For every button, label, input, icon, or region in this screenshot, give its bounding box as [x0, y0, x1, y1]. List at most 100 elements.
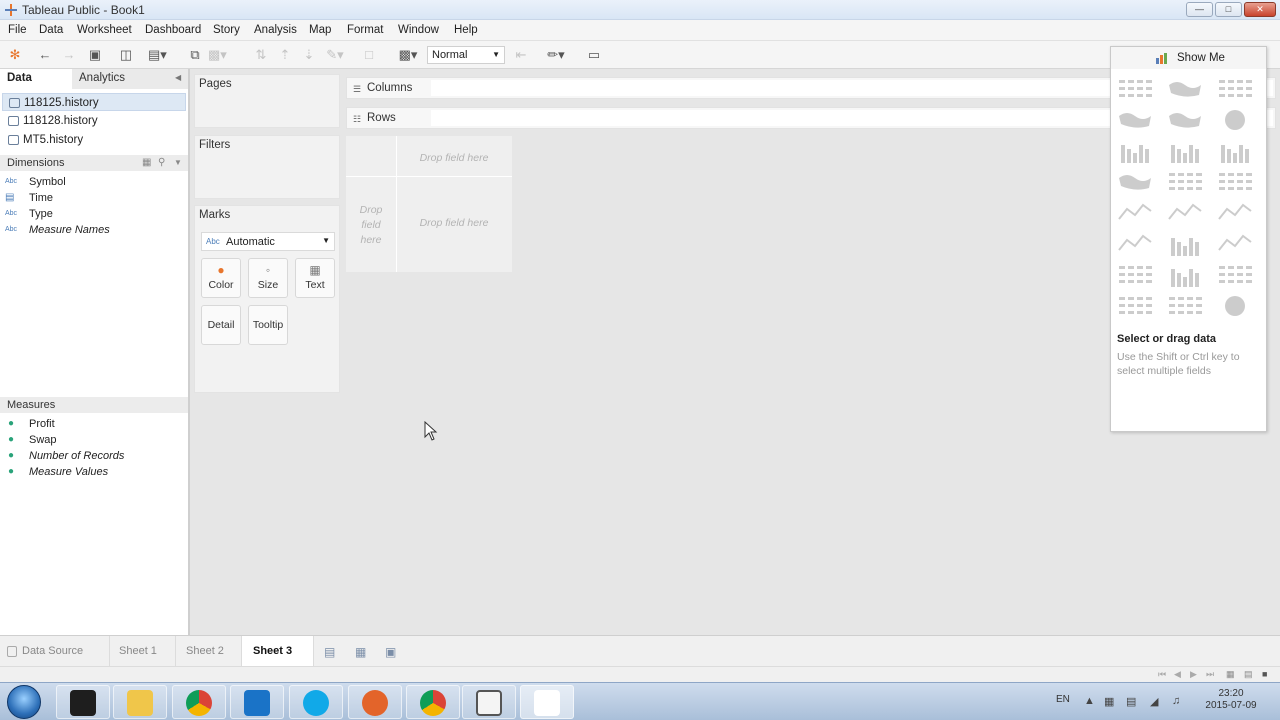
sheet-tab[interactable]: Sheet 1 [110, 636, 176, 667]
menu-story[interactable]: Story [213, 24, 240, 36]
menu-analysis[interactable]: Analysis [254, 24, 297, 36]
measure-field[interactable]: ● Number of Records [5, 448, 185, 464]
new-worksheet-icon[interactable]: ▤▾ [148, 46, 167, 64]
tabs-view-icon[interactable]: ■ [1262, 669, 1267, 679]
volume-icon[interactable]: ♫ [1172, 695, 1180, 707]
sort-descending-icon[interactable]: ⇣ [300, 46, 318, 64]
area-continuous-icon[interactable] [1115, 230, 1155, 258]
show-me-header[interactable]: Show Me [1111, 47, 1266, 69]
filters-card[interactable]: Filters [194, 135, 340, 199]
measure-field[interactable]: ● Swap [5, 432, 185, 448]
discrete-lines-icon[interactable] [1165, 199, 1205, 227]
taskbar-app[interactable] [348, 685, 402, 719]
area-discrete-icon[interactable] [1165, 230, 1205, 258]
menu-worksheet[interactable]: Worksheet [77, 24, 132, 36]
redo-icon[interactable]: → [60, 46, 78, 64]
system-clock[interactable]: 23:20 2015-07-09 [1196, 688, 1266, 712]
menu-window[interactable]: Window [398, 24, 439, 36]
pie-chart-icon[interactable] [1215, 106, 1255, 134]
stacked-bars-icon[interactable] [1165, 137, 1205, 165]
taskbar-tableau[interactable] [520, 685, 574, 719]
dual-lines-icon[interactable] [1215, 199, 1255, 227]
histogram-icon[interactable] [1165, 261, 1205, 289]
bullet-graph-icon[interactable] [1165, 292, 1205, 320]
duplicate-icon[interactable]: ⧉ [186, 46, 204, 64]
packed-bubbles-icon[interactable] [1215, 292, 1255, 320]
menu-format[interactable]: Format [347, 24, 383, 36]
clear-sheet-icon[interactable]: ▩▾ [208, 46, 227, 64]
first-sheet-icon[interactable]: ⏮ [1158, 669, 1166, 680]
treemap-icon[interactable] [1115, 168, 1155, 196]
menu-file[interactable]: File [8, 24, 27, 36]
view-drop-zone[interactable]: Drop field here Drop field here Drop fie… [346, 136, 512, 272]
show-labels-icon[interactable]: □ [360, 46, 378, 64]
taskbar-explorer[interactable] [113, 685, 167, 719]
dimension-field[interactable]: Abc Measure Names [5, 222, 185, 238]
gantt-chart-icon[interactable] [1115, 292, 1155, 320]
windows-flag-icon[interactable]: ▦ [1104, 695, 1114, 708]
sort-ascending-icon[interactable]: ⇡ [276, 46, 294, 64]
tooltip-button[interactable]: Tooltip [248, 305, 288, 345]
tab-data[interactable]: Data [0, 69, 72, 89]
detail-button[interactable]: Detail [201, 305, 241, 345]
search-icon[interactable]: ⚲ [158, 155, 165, 171]
taskbar-terminal[interactable] [56, 685, 110, 719]
show-me-view-icon[interactable]: ▩▾ [393, 46, 423, 64]
size-button[interactable]: ◦ Size [248, 258, 288, 298]
datasource-item[interactable]: MT5.history [2, 131, 186, 149]
tableau-logo-icon[interactable]: ✻ [6, 46, 24, 64]
highlight-table-icon[interactable] [1215, 75, 1255, 103]
heat-map-icon[interactable] [1165, 75, 1205, 103]
filled-map-icon[interactable] [1165, 106, 1205, 134]
datasource-item[interactable]: 118125.history [2, 93, 186, 111]
dimension-field[interactable]: ▤ Time [5, 190, 185, 206]
language-indicator[interactable]: EN [1056, 694, 1070, 705]
continuous-lines-icon[interactable] [1115, 199, 1155, 227]
fix-axes-icon[interactable]: ⇤ [512, 46, 530, 64]
side-by-side-bars-icon[interactable] [1215, 137, 1255, 165]
new-worksheet-icon[interactable]: ▤ [324, 645, 335, 659]
highlight-icon[interactable]: ✎▾ [326, 46, 344, 64]
new-datasource-icon[interactable]: ◫ [117, 46, 135, 64]
taskbar-skype[interactable] [289, 685, 343, 719]
collapse-icon[interactable]: ◀ [175, 73, 181, 82]
box-whisker-icon[interactable] [1215, 261, 1255, 289]
save-icon[interactable]: ▣ [86, 46, 104, 64]
circle-views-icon[interactable] [1165, 168, 1205, 196]
fit-mode-select[interactable]: Normal ▼ [427, 46, 505, 64]
network-icon[interactable]: ▤ [1126, 695, 1136, 708]
next-sheet-icon[interactable]: ▶ [1190, 669, 1197, 680]
minimize-button[interactable]: — [1186, 2, 1213, 17]
sheet-tab-active[interactable]: Sheet 3 [242, 636, 314, 667]
close-button[interactable]: ✕ [1244, 2, 1276, 17]
menu-help[interactable]: Help [454, 24, 478, 36]
last-sheet-icon[interactable]: ⏭ [1206, 669, 1214, 680]
taskbar-chrome-2[interactable] [406, 685, 460, 719]
dimension-field[interactable]: Abc Symbol [5, 174, 185, 190]
horizontal-bars-icon[interactable] [1115, 137, 1155, 165]
maximize-button[interactable]: □ [1215, 2, 1242, 17]
menu-map[interactable]: Map [309, 24, 331, 36]
taskbar-window[interactable] [462, 685, 516, 719]
symbol-map-icon[interactable] [1115, 106, 1155, 134]
datasource-item[interactable]: 118128.history [2, 112, 186, 130]
menu-data[interactable]: Data [39, 24, 63, 36]
measure-field[interactable]: ● Profit [5, 416, 185, 432]
sheet-sorter-icon[interactable]: ▦ [1226, 669, 1235, 680]
view-toggle-icon[interactable]: ▦ [142, 155, 151, 171]
taskbar-chrome[interactable] [172, 685, 226, 719]
undo-icon[interactable]: ← [36, 46, 54, 64]
measure-field[interactable]: ● Measure Values [5, 464, 185, 480]
menu-dashboard[interactable]: Dashboard [145, 24, 201, 36]
swap-icon[interactable]: ⇅ [252, 46, 270, 64]
side-by-side-circles-icon[interactable] [1215, 168, 1255, 196]
taskbar-teamviewer[interactable] [230, 685, 284, 719]
dimension-field[interactable]: Abc Type [5, 206, 185, 222]
text-button[interactable]: ▦ Text [295, 258, 335, 298]
text-table-icon[interactable] [1115, 75, 1155, 103]
chevron-down-icon[interactable]: ▼ [174, 155, 182, 171]
pages-card[interactable]: Pages [194, 74, 340, 128]
new-dashboard-icon[interactable]: ▦ [355, 645, 366, 659]
new-story-icon[interactable]: ▣ [385, 645, 396, 659]
color-button[interactable]: ● Color [201, 258, 241, 298]
